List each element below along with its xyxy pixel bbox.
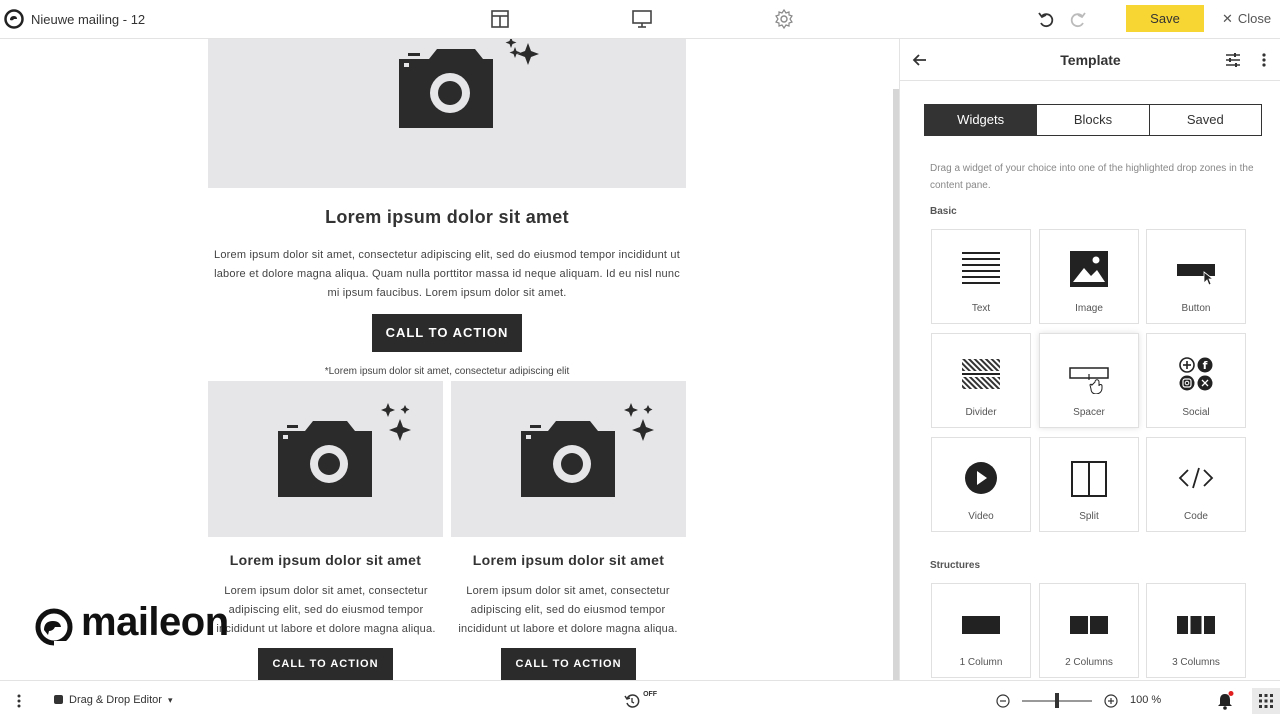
top-toolbar: Nieuwe mailing - 12 Save ✕ Close <box>0 0 1280 39</box>
text-icon <box>962 252 1000 284</box>
two-columns-icon <box>1070 616 1108 634</box>
widget-split[interactable]: Split <box>1039 437 1139 532</box>
camera-icon <box>278 403 411 497</box>
svg-text:f: f <box>1203 359 1208 372</box>
structures-section-label: Structures <box>930 560 981 571</box>
widget-label: Text <box>971 303 991 314</box>
column-1-image-placeholder[interactable] <box>208 381 443 537</box>
widget-label: Spacer <box>1073 407 1105 418</box>
more-options-icon[interactable] <box>1260 52 1268 68</box>
split-icon <box>1071 461 1107 497</box>
three-columns-icon <box>1177 616 1215 634</box>
widget-label: Image <box>1075 303 1103 314</box>
desktop-preview-icon[interactable] <box>631 8 653 30</box>
notification-bell-icon[interactable] <box>1216 691 1234 711</box>
panel-tabs: Widgets Blocks Saved <box>924 104 1262 136</box>
drag-hint-text: Drag a widget of your choice into one of… <box>930 163 1254 191</box>
zoom-in-icon[interactable] <box>1104 694 1118 708</box>
editor-mode-selector[interactable]: Drag & Drop Editor ▾ <box>54 694 172 706</box>
filter-sliders-icon[interactable] <box>1225 52 1241 68</box>
widget-divider[interactable]: Divider <box>931 333 1031 428</box>
camera-icon <box>521 403 654 497</box>
image-icon <box>1070 251 1108 287</box>
tab-blocks[interactable]: Blocks <box>1036 105 1148 135</box>
zoom-level: 100 % <box>1130 694 1162 706</box>
widget-social[interactable]: f Social <box>1146 333 1246 428</box>
document-title: Nieuwe mailing - 12 <box>31 12 146 27</box>
camera-icon <box>399 39 539 128</box>
brand-name: maileon <box>81 600 229 644</box>
save-button[interactable]: Save <box>1126 5 1204 32</box>
widget-button[interactable]: Button <box>1146 229 1246 324</box>
autosave-toggle[interactable]: OFF <box>624 691 657 709</box>
column-1-heading: Lorem ipsum dolor sit amet <box>229 552 422 568</box>
widget-text[interactable]: Text <box>931 229 1031 324</box>
settings-cog-icon[interactable] <box>773 8 795 30</box>
close-icon: ✕ <box>1222 11 1233 26</box>
structure-label: 2 Columns <box>1065 657 1113 668</box>
content-pane: Lorem ipsum dolor sit amet Lorem ipsum d… <box>0 39 893 680</box>
zoom-slider-thumb[interactable] <box>1055 693 1059 708</box>
button-icon <box>1177 264 1215 286</box>
bottom-status-bar: Drag & Drop Editor ▾ OFF 100 % <box>0 680 1280 720</box>
widget-label: Video <box>968 511 994 522</box>
layout-grid-icon[interactable] <box>489 8 511 30</box>
hero-heading: Lorem ipsum dolor sit amet <box>325 207 569 227</box>
menu-dots-icon[interactable] <box>16 693 22 709</box>
tab-saved[interactable]: Saved <box>1148 105 1261 135</box>
tab-widgets[interactable]: Widgets <box>925 105 1037 135</box>
editor-mode-label: Drag & Drop Editor <box>69 694 162 706</box>
app-logo-icon <box>4 9 24 29</box>
history-icon <box>624 694 640 708</box>
hero-cta-button[interactable]: CALL TO ACTION <box>372 314 522 352</box>
structure-3-columns[interactable]: 3 Columns <box>1146 583 1246 678</box>
template-panel: Template Widgets Blocks Saved Drag a wid… <box>899 39 1280 680</box>
structure-label: 1 Column <box>959 657 1003 668</box>
video-icon <box>965 462 997 494</box>
chevron-down-icon: ▾ <box>167 695 173 705</box>
undo-icon[interactable] <box>1036 8 1058 30</box>
hero-body-text: Lorem ipsum dolor sit amet, consectetur … <box>214 249 680 299</box>
structure-2-columns[interactable]: 2 Columns <box>1039 583 1139 678</box>
redo-icon[interactable] <box>1066 8 1088 30</box>
apps-grid-icon <box>1259 694 1273 708</box>
one-column-icon <box>962 616 1000 634</box>
basic-section-label: Basic <box>930 206 957 217</box>
footnote-text: *Lorem ipsum dolor sit amet, consectetur… <box>324 366 570 377</box>
spacer-icon <box>1069 367 1109 394</box>
structure-1-column[interactable]: 1 Column <box>931 583 1031 678</box>
widget-label: Divider <box>965 407 997 418</box>
column-1-body-text: Lorem ipsum dolor sit amet, consectetur … <box>216 585 436 635</box>
code-icon <box>1178 467 1214 489</box>
brand-watermark: maileon <box>34 600 244 647</box>
widget-spacer[interactable]: Spacer <box>1039 333 1139 428</box>
widget-label: Button <box>1181 303 1211 314</box>
maileon-logo-icon <box>35 608 76 646</box>
column-2-body-text: Lorem ipsum dolor sit amet, consectetur … <box>458 585 678 635</box>
widget-image[interactable]: Image <box>1039 229 1139 324</box>
close-label: Close <box>1237 11 1272 26</box>
apps-grid-button[interactable] <box>1252 688 1280 714</box>
structure-label: 3 Columns <box>1172 657 1220 668</box>
widget-code[interactable]: Code <box>1146 437 1246 532</box>
widget-label: Code <box>1184 511 1208 522</box>
widget-label: Social <box>1182 407 1210 418</box>
zoom-out-icon[interactable] <box>996 694 1010 708</box>
widget-video[interactable]: Video <box>931 437 1031 532</box>
column-1-cta-button[interactable]: CALL TO ACTION <box>258 648 393 680</box>
close-button[interactable]: ✕ Close <box>1222 11 1271 27</box>
column-2-cta-button[interactable]: CALL TO ACTION <box>501 648 636 680</box>
social-icon: f <box>1179 357 1213 391</box>
panel-title: Template <box>1060 52 1121 68</box>
column-2-heading: Lorem ipsum dolor sit amet <box>472 552 665 568</box>
hero-image-placeholder[interactable] <box>208 39 686 188</box>
divider-icon <box>962 359 1000 389</box>
column-2-image-placeholder[interactable] <box>451 381 686 537</box>
panel-header: Template <box>900 39 1280 81</box>
autosave-state: OFF <box>643 691 658 698</box>
widget-label: Split <box>1079 511 1099 522</box>
editor-mode-icon <box>54 695 63 704</box>
